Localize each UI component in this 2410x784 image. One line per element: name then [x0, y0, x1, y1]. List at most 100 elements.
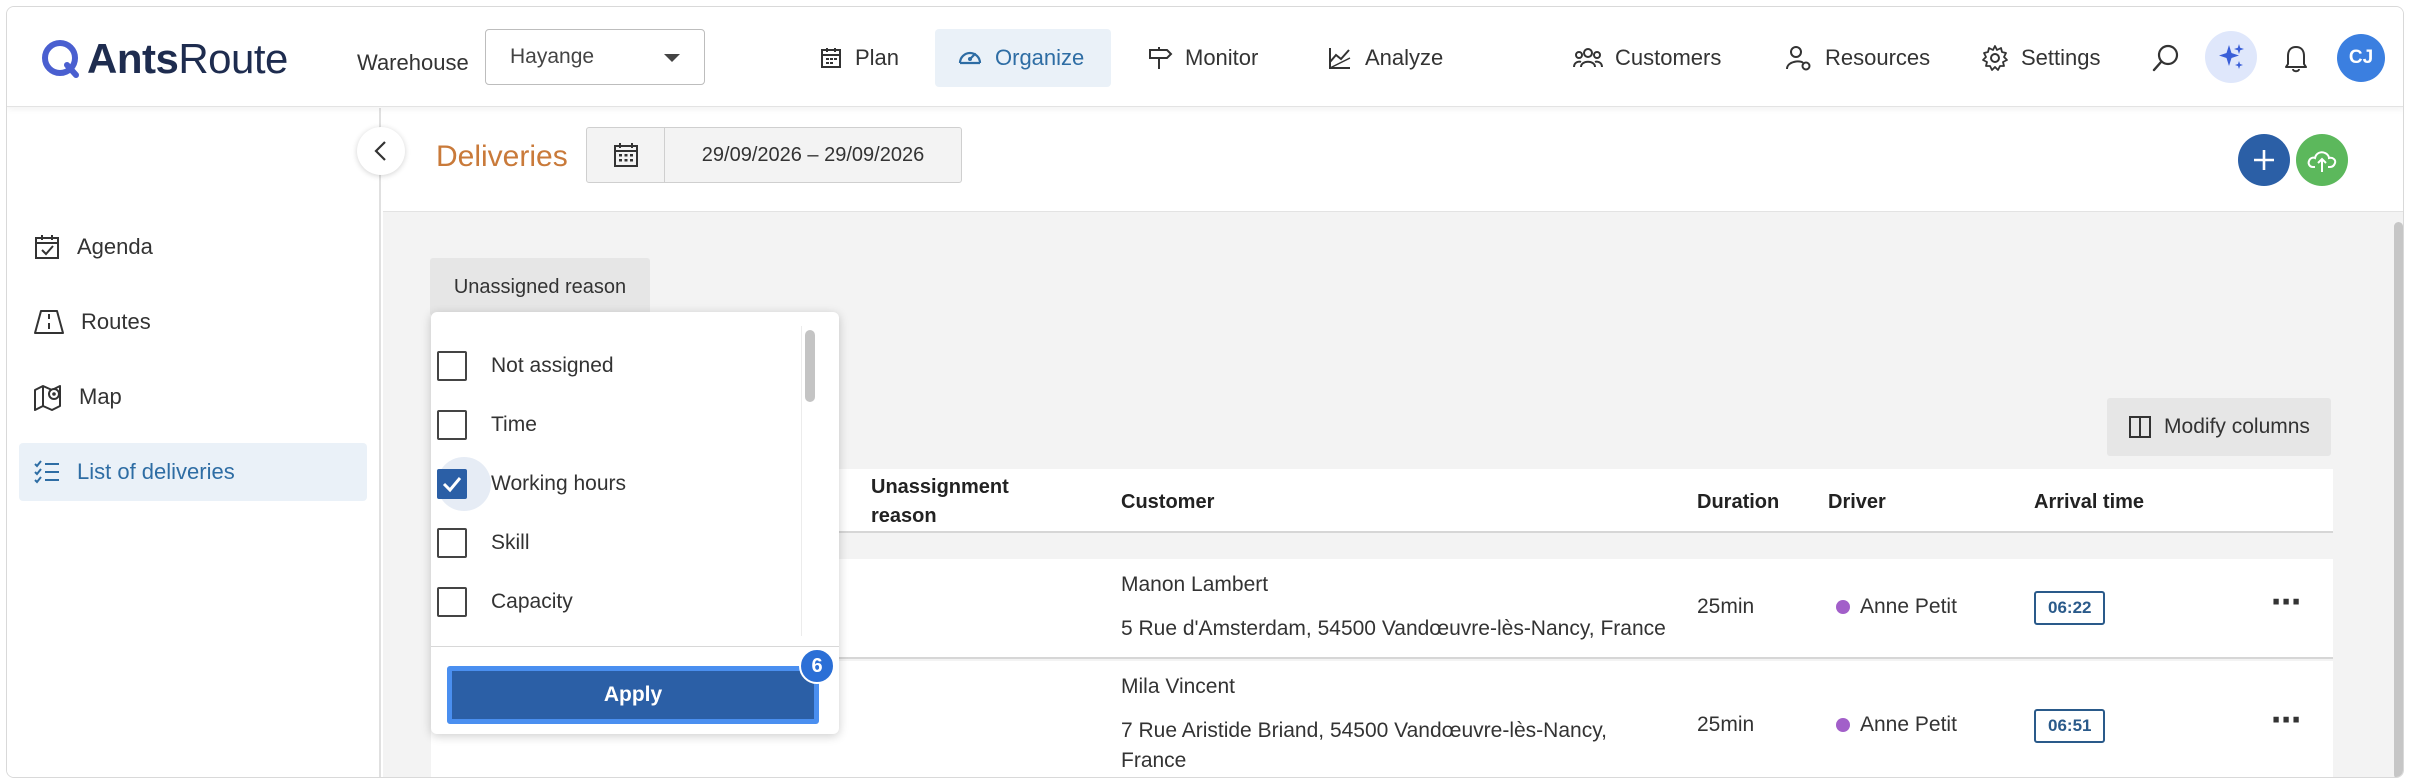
sidebar-item-agenda[interactable]: Agenda: [19, 218, 367, 276]
selected-count-badge: 6: [799, 648, 835, 684]
list-check-icon: [34, 460, 59, 484]
warehouse-select[interactable]: Hayange: [485, 29, 705, 85]
add-delivery-button[interactable]: [2238, 134, 2290, 186]
row-more-options-icon[interactable]: ⋯: [2271, 585, 2303, 620]
signpost-icon: [1149, 47, 1173, 69]
warehouse-label: Warehouse: [357, 50, 469, 75]
column-header-duration[interactable]: Duration: [1697, 488, 1779, 517]
calendar-button[interactable]: [587, 128, 665, 182]
nav-resources[interactable]: Resources: [1763, 29, 1952, 87]
import-button[interactable]: [2296, 134, 2348, 186]
column-header-customer[interactable]: Customer: [1121, 488, 1214, 517]
apply-button[interactable]: Apply: [447, 666, 819, 724]
nav-settings[interactable]: Settings: [1959, 29, 2123, 87]
dropdown-scrollbar-thumb[interactable]: [805, 330, 815, 402]
search-icon[interactable]: [2149, 41, 2183, 75]
nav-analyze[interactable]: Analyze: [1305, 29, 1465, 87]
option-label: Capacity: [491, 590, 573, 613]
nav-analyze-label: Analyze: [1365, 45, 1444, 70]
user-gear-icon: [1786, 46, 1811, 71]
nav-plan-label: Plan: [855, 45, 900, 70]
page-title: Deliveries: [436, 140, 568, 173]
option-not-assigned[interactable]: Not assigned: [437, 337, 614, 395]
column-header-driver[interactable]: Driver: [1828, 488, 1886, 517]
driver-name: Anne Petit: [1860, 713, 1957, 736]
map-pin-icon: [34, 385, 61, 411]
customer-address: 5 Rue d'Amsterdam, 54500 Vandœuvre-lès-N…: [1121, 617, 1666, 640]
option-label: Working hours: [491, 472, 627, 495]
column-header-unassignment-reason-line1: Unassignment: [871, 476, 1009, 498]
calendar-grid-icon: [821, 48, 841, 68]
top-header: AntsRoute Warehouse Hayange Plan Organiz…: [7, 7, 2403, 107]
antsroute-logo[interactable]: AntsRoute: [41, 35, 288, 82]
nav-customers[interactable]: Customers: [1551, 29, 1743, 87]
nav-organize-label: Organize: [995, 45, 1085, 70]
driver-cell: Anne Petit: [1836, 595, 1957, 619]
nav-organize[interactable]: Organize: [935, 29, 1111, 87]
sidebar-item-agenda-label: Agenda: [77, 234, 153, 259]
nav-monitor-label: Monitor: [1185, 45, 1259, 70]
logo-text-light: Route: [178, 35, 288, 82]
sidebar-item-map-label: Map: [79, 384, 122, 409]
sidebar-item-routes-label: Routes: [81, 309, 151, 334]
collapse-sidebar-button[interactable]: [357, 127, 405, 175]
option-time[interactable]: Time: [437, 396, 537, 454]
driver-cell: Anne Petit: [1836, 713, 1957, 737]
chart-line-icon: [1329, 48, 1351, 69]
customer-address: 7 Rue Aristide Briand, 54500 Vandœuvre-l…: [1121, 719, 1607, 742]
road-icon: [34, 310, 64, 334]
option-skill[interactable]: Skill: [437, 514, 530, 572]
option-label: Time: [491, 413, 537, 436]
option-label: Skill: [491, 531, 530, 554]
filter-chip-unassigned-reason[interactable]: Unassigned reason: [430, 258, 650, 316]
columns-icon: [2129, 416, 2152, 438]
column-header-unassignment-reason-line2: reason: [871, 505, 937, 527]
customer-name: Mila Vincent: [1121, 675, 1236, 698]
warehouse-select-value: Hayange: [510, 45, 595, 68]
user-avatar[interactable]: CJ: [2337, 34, 2385, 82]
chevron-left-icon: [374, 141, 386, 161]
checkbox[interactable]: [437, 587, 467, 617]
checkbox-focus-ring: [437, 457, 491, 511]
bell-icon[interactable]: [2279, 41, 2313, 75]
arrival-time-badge: 06:22: [2034, 591, 2106, 625]
modify-columns-label: Modify columns: [2164, 415, 2310, 438]
date-range-text: 29/09/2026 – 29/09/2026: [701, 143, 925, 166]
driver-color-dot: [1836, 718, 1850, 732]
nav-monitor[interactable]: Monitor: [1125, 29, 1280, 87]
row-more-options-icon[interactable]: ⋯: [2271, 703, 2303, 738]
ai-assistant-sparkle-icon[interactable]: [2205, 31, 2257, 83]
checkbox[interactable]: [437, 351, 467, 381]
page-scrollbar-thumb[interactable]: [2394, 222, 2403, 777]
column-header-arrival-time[interactable]: Arrival time: [2034, 488, 2144, 517]
users-group-icon: [1573, 48, 1603, 68]
customer-address-continued: France: [1121, 749, 1187, 772]
dropdown-divider: [431, 646, 839, 647]
driver-color-dot: [1836, 600, 1850, 614]
duration-value: 25min: [1697, 713, 1755, 736]
logo-text-strong: Ants: [87, 35, 179, 82]
title-bar: Deliveries 29/09/2026 – 29/09/2026: [383, 108, 2403, 212]
sidebar-item-map[interactable]: Map: [19, 368, 367, 426]
option-working-hours[interactable]: Working hours: [437, 455, 627, 513]
customer-name: Manon Lambert: [1121, 573, 1269, 596]
option-capacity[interactable]: Capacity: [437, 573, 573, 631]
page-scrollbar[interactable]: [2393, 212, 2403, 777]
nav-settings-label: Settings: [2021, 45, 2101, 70]
duration-value: 25min: [1697, 595, 1755, 618]
calendar-grid-icon: [613, 143, 638, 167]
checkbox-checked[interactable]: [437, 469, 467, 499]
driver-name: Anne Petit: [1860, 595, 1957, 618]
nav-plan[interactable]: Plan: [797, 29, 921, 87]
checkbox[interactable]: [437, 528, 467, 558]
gauge-icon: [958, 51, 982, 65]
sidebar-item-routes[interactable]: Routes: [19, 293, 367, 351]
column-header-unassignment-reason[interactable]: Unassignment reason: [871, 473, 1009, 531]
checkbox[interactable]: [437, 410, 467, 440]
calendar-check-icon: [35, 235, 59, 259]
logo-mark-icon: [41, 39, 81, 79]
sidebar-item-list-of-deliveries[interactable]: List of deliveries: [19, 443, 367, 501]
date-range-picker[interactable]: 29/09/2026 – 29/09/2026: [586, 127, 962, 183]
arrival-time-badge: 06:51: [2034, 709, 2106, 743]
modify-columns-button[interactable]: Modify columns: [2107, 398, 2331, 456]
